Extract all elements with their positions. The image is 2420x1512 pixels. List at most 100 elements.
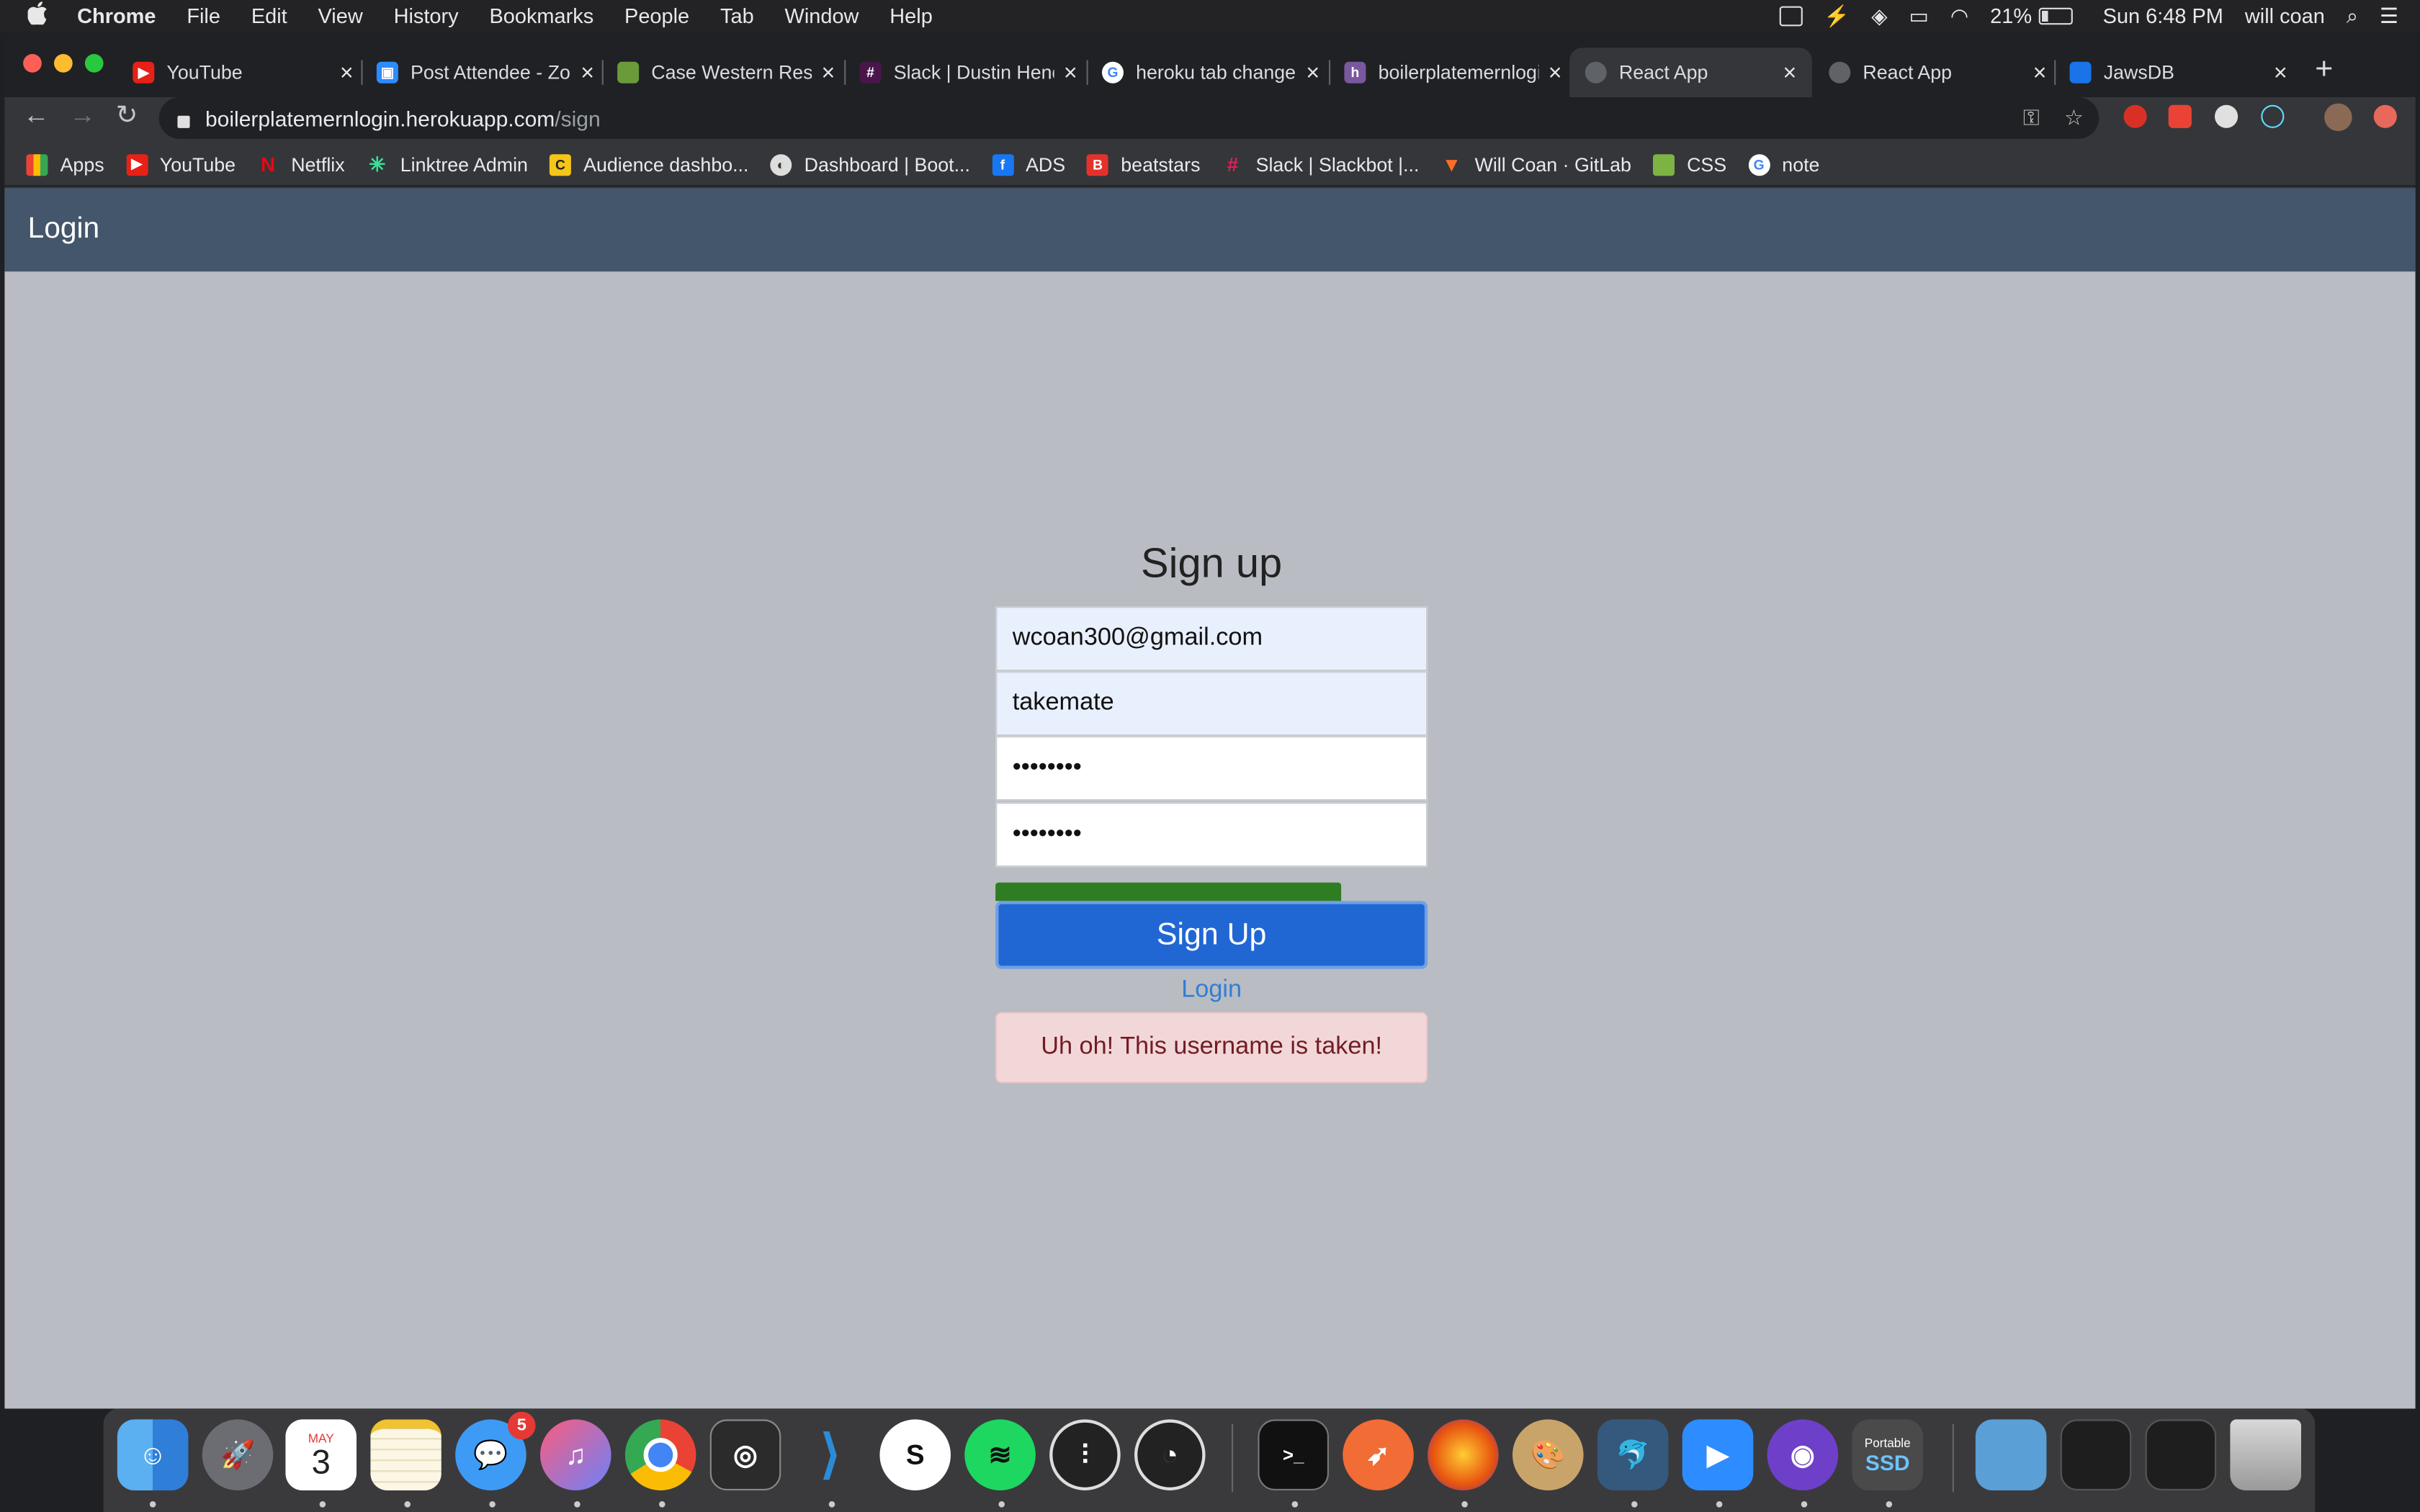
star-bookmark-icon[interactable]: ☆ <box>2064 105 2084 131</box>
tab-close-icon[interactable]: × <box>1306 60 1319 86</box>
tab-close-icon[interactable]: × <box>2274 60 2287 86</box>
record-extension-icon[interactable] <box>2168 104 2192 128</box>
color-palette-icon[interactable]: 🎨 <box>1512 1419 1584 1490</box>
menu-bookmarks[interactable]: Bookmarks <box>489 4 593 27</box>
navbar-brand-login[interactable]: Login <box>28 213 100 247</box>
code-window-thumbnail-icon[interactable] <box>2145 1419 2217 1490</box>
tab-close-icon[interactable]: × <box>1064 60 1077 86</box>
tab-close-icon[interactable]: × <box>2033 60 2047 86</box>
tab-close-icon[interactable]: × <box>1549 60 1562 86</box>
splice-icon[interactable]: S <box>879 1419 951 1490</box>
ua-meter-icon[interactable]: ◔ <box>1134 1419 1206 1490</box>
code-window-thumbnail-icon[interactable] <box>2060 1419 2132 1490</box>
user-name[interactable]: will coan <box>2245 4 2325 27</box>
close-window-button[interactable] <box>23 54 42 73</box>
github-desktop-icon[interactable]: ◉ <box>1767 1419 1839 1490</box>
bookmark-apps[interactable]: Apps <box>26 153 104 176</box>
battery-icon[interactable] <box>2038 7 2072 25</box>
tab-google-search[interactable]: G heroku tab change × <box>1102 48 1319 97</box>
bookmark-gitlab[interactable]: ▼ Will Coan · GitLab <box>1440 153 1631 176</box>
portable-ssd-icon[interactable]: Portable SSD <box>1852 1419 1923 1490</box>
spotify-icon[interactable]: ≋ <box>964 1419 1036 1490</box>
clock[interactable]: Sun 6:48 PM <box>2103 4 2223 27</box>
notification-center-icon[interactable]: ☰ <box>2380 4 2398 28</box>
tab-jawsdb[interactable]: JawsDB × <box>2069 48 2287 97</box>
airplay-icon[interactable]: ▭ <box>1909 4 1929 28</box>
vscode-icon[interactable]: ⟩ <box>795 1419 866 1490</box>
launchpad-icon[interactable]: 🚀 <box>202 1419 274 1490</box>
bookmark-netflix[interactable]: N Netflix <box>257 153 345 176</box>
tab-close-icon[interactable]: × <box>822 60 835 86</box>
terminal-icon[interactable]: >_ <box>1258 1419 1329 1490</box>
bookmark-bootstrap-dashboard[interactable]: ◐ Dashboard | Boot... <box>770 153 970 176</box>
login-link[interactable]: Login <box>995 975 1428 1006</box>
spotlight-search-icon[interactable]: ⌕ <box>2347 4 2358 28</box>
tab-slack[interactable]: # Slack | Dustin Henderson × <box>859 48 1077 97</box>
finder-icon[interactable]: ☺ <box>117 1419 189 1490</box>
logic-pro-icon[interactable]: ◎ <box>709 1419 781 1490</box>
trash-icon[interactable] <box>2230 1419 2301 1490</box>
adblock-extension-icon[interactable] <box>2123 104 2147 128</box>
calendar-icon[interactable]: MAY 3 <box>285 1419 357 1490</box>
screen-record-icon[interactable] <box>1779 6 1803 27</box>
menu-app-name[interactable]: Chrome <box>77 4 156 27</box>
firefox-icon[interactable] <box>1428 1419 1499 1490</box>
react-devtools-icon[interactable] <box>2261 104 2285 128</box>
reload-icon[interactable]: ↻ <box>116 100 138 131</box>
apple-menu-icon[interactable] <box>27 1 50 31</box>
bolt-icon[interactable]: ⚡ <box>1824 4 1850 28</box>
wifi-icon[interactable]: ◠ <box>1950 4 1968 28</box>
notes-icon[interactable] <box>370 1419 442 1490</box>
tab-heroku[interactable]: h boilerplatemernlogin × <box>1344 48 1562 97</box>
tab-zoom[interactable]: ▣ Post Attendee - Zoom × <box>376 48 594 97</box>
username-field[interactable]: takemate <box>995 671 1428 737</box>
tab-react-app-active[interactable]: React App × <box>1569 48 1812 97</box>
tab-case-western[interactable]: Case Western Reserve × <box>617 48 835 97</box>
key-icon[interactable]: ⚿ <box>2023 105 2040 131</box>
menu-help[interactable]: Help <box>889 4 932 27</box>
extension-icon[interactable] <box>2215 104 2238 128</box>
menu-window[interactable]: Window <box>785 4 859 27</box>
lock-icon[interactable] <box>177 114 190 127</box>
music-icon[interactable]: ♫ <box>540 1419 611 1490</box>
zoom-app-icon[interactable]: ▶ <box>1682 1419 1754 1490</box>
chrome-icon[interactable] <box>624 1419 696 1490</box>
tab-youtube[interactable]: ▶ YouTube × <box>133 48 354 97</box>
mysql-workbench-icon[interactable]: 🐬 <box>1597 1419 1669 1490</box>
forward-arrow-icon[interactable]: → <box>69 100 95 131</box>
address-bar[interactable]: boilerplatemernlogin.herokuapp.com/sign … <box>158 97 2099 139</box>
password-field[interactable]: •••••••• <box>995 736 1428 801</box>
menu-file[interactable]: File <box>187 4 220 27</box>
bookmark-audience-dashboard[interactable]: C Audience dashbo... <box>549 153 748 176</box>
menu-view[interactable]: View <box>318 4 363 27</box>
bookmark-css[interactable]: CSS <box>1652 153 1726 176</box>
confirm-password-field[interactable]: •••••••• <box>995 802 1428 868</box>
tab-react-app[interactable]: React App × <box>1829 48 2046 97</box>
menu-people[interactable]: People <box>624 4 689 27</box>
bookmark-slackbot[interactable]: # Slack | Slackbot |... <box>1222 153 1420 176</box>
messages-icon[interactable]: 💬 5 <box>455 1411 536 1490</box>
bookmark-beatstars[interactable]: B beatstars <box>1087 153 1200 176</box>
zoom-window-button[interactable] <box>84 54 104 73</box>
bookmark-note[interactable]: G note <box>1748 153 1819 176</box>
sign-up-button[interactable]: Sign Up <box>995 901 1428 969</box>
bookmark-ads[interactable]: f ADS <box>991 153 1065 176</box>
tab-close-icon[interactable]: × <box>340 60 354 86</box>
chrome-update-icon[interactable] <box>2373 104 2397 128</box>
minimize-window-button[interactable] <box>54 54 73 73</box>
menu-edit[interactable]: Edit <box>251 4 287 27</box>
menu-history[interactable]: History <box>394 4 459 27</box>
tab-close-icon[interactable]: × <box>581 60 594 86</box>
back-arrow-icon[interactable]: ← <box>23 100 49 131</box>
new-tab-button[interactable]: + <box>2315 53 2333 88</box>
bookmark-linktree[interactable]: ✳ Linktree Admin <box>367 152 528 175</box>
bookmark-youtube[interactable]: ▶ YouTube <box>125 153 236 176</box>
email-field[interactable]: wcoan300@gmail.com <box>995 606 1428 672</box>
ua-console-icon[interactable]: ⫶ <box>1049 1419 1121 1490</box>
postman-icon[interactable]: ➶ <box>1343 1419 1414 1490</box>
tab-close-icon[interactable]: × <box>1783 60 1797 86</box>
menu-tab[interactable]: Tab <box>720 4 754 27</box>
folder-icon[interactable] <box>1975 1419 2047 1490</box>
audio-interface-icon[interactable]: ◈ <box>1871 4 1887 28</box>
profile-avatar[interactable] <box>2324 103 2352 132</box>
